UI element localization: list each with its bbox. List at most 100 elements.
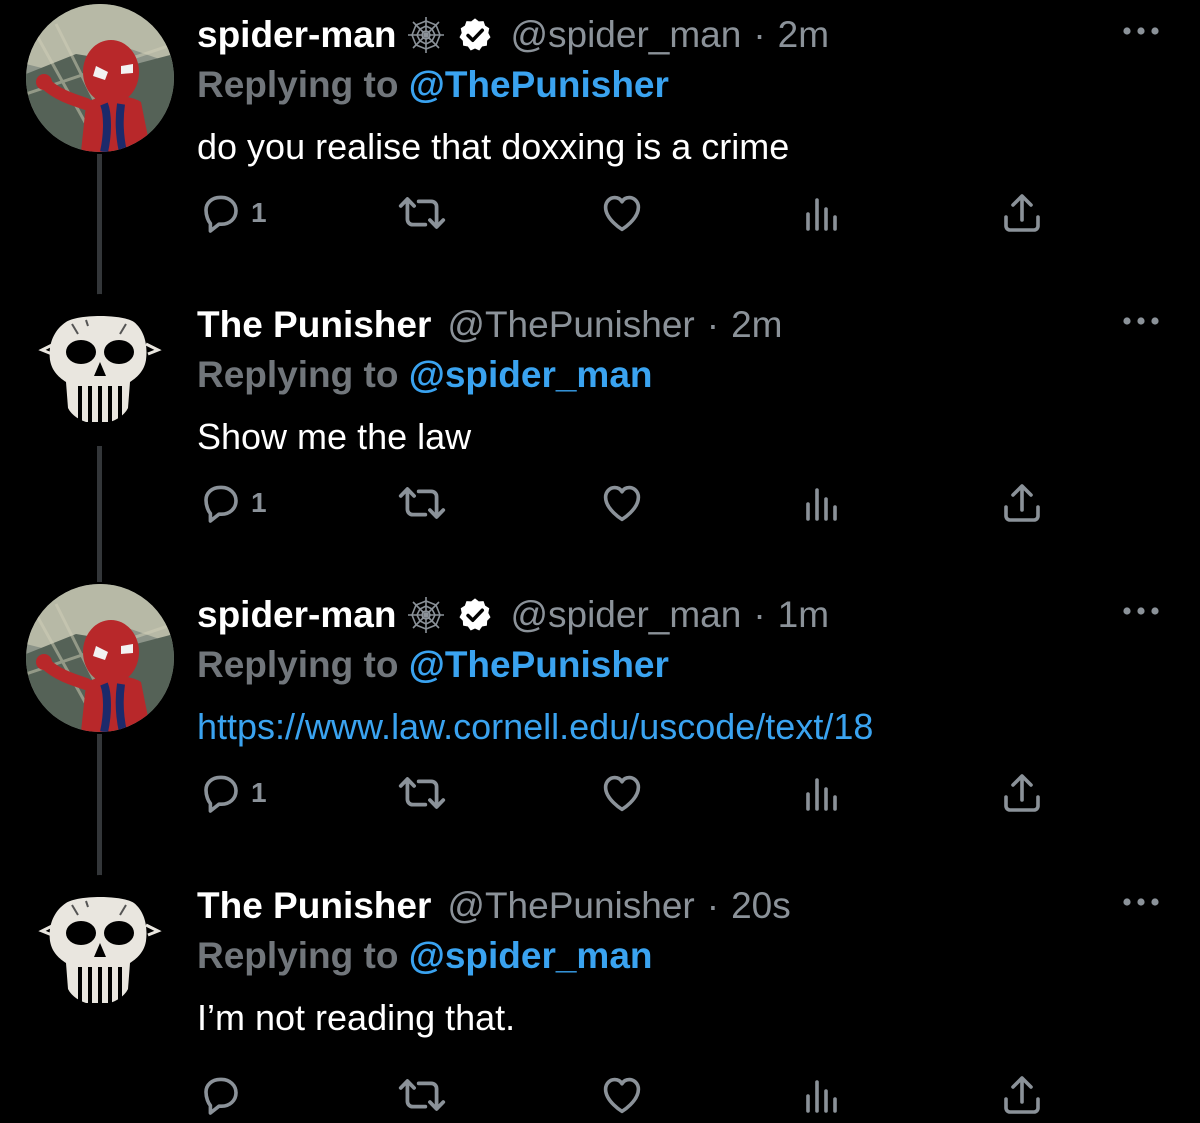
retweet-button[interactable] [397, 185, 447, 241]
retweet-icon [397, 478, 447, 528]
share-icon [998, 479, 1046, 527]
like-button[interactable] [598, 475, 646, 531]
user-handle[interactable]: @ThePunisher [447, 304, 694, 346]
timestamp[interactable]: 2m [778, 14, 829, 56]
views-button[interactable] [798, 475, 846, 531]
tweet[interactable]: The Punisher @ThePunisher · 20s Replying… [0, 871, 1200, 1123]
mention-link[interactable]: @ThePunisher [409, 64, 669, 105]
display-name[interactable]: spider-man [197, 14, 396, 56]
punisher-skull-avatar-image [26, 294, 174, 442]
reply-button[interactable]: 1 [197, 765, 267, 821]
share-icon [998, 1071, 1046, 1119]
reply-icon [197, 479, 245, 527]
replying-to: Replying to @ThePunisher [197, 644, 669, 686]
replying-to: Replying to @ThePunisher [197, 64, 669, 106]
separator-dot: · [753, 14, 766, 55]
views-icon [798, 189, 846, 237]
like-button[interactable] [598, 185, 646, 241]
retweet-button[interactable] [397, 1067, 447, 1123]
tweet-link[interactable]: https://www.law.cornell.edu/uscode/text/… [197, 706, 873, 748]
reply-button[interactable]: 1 [197, 185, 267, 241]
replying-to-label: Replying to [197, 644, 399, 685]
retweet-button[interactable] [397, 475, 447, 531]
tweet[interactable]: spider-man @spider_man · 2m Replying to … [0, 0, 1200, 290]
views-icon [798, 479, 846, 527]
timestamp[interactable]: 2m [731, 304, 782, 346]
like-icon [598, 189, 646, 237]
avatar[interactable] [26, 294, 174, 442]
tweet[interactable]: spider-man @spider_man · 1m Replying to … [0, 580, 1200, 870]
user-handle[interactable]: @spider_man [510, 594, 741, 636]
tweet-actions [0, 1067, 1200, 1123]
spider-web-icon [406, 595, 446, 635]
verified-badge-icon [456, 16, 494, 54]
more-options-icon[interactable] [1120, 891, 1162, 913]
separator-dot: · [706, 304, 720, 345]
tweet-header: spider-man @spider_man · 1m [197, 590, 829, 640]
replying-to: Replying to @spider_man [197, 935, 653, 977]
like-icon [598, 769, 646, 817]
more-options-icon[interactable] [1120, 310, 1162, 332]
verified-badge-icon [456, 596, 494, 634]
reply-count: 1 [251, 777, 267, 808]
views-button[interactable] [798, 765, 846, 821]
more-options-icon[interactable] [1120, 20, 1162, 42]
retweet-icon [397, 1070, 447, 1120]
timestamp[interactable]: 20s [731, 885, 791, 927]
replying-to-label: Replying to [197, 354, 399, 395]
mention-link[interactable]: @spider_man [409, 354, 653, 395]
replying-to-label: Replying to [197, 64, 399, 105]
share-button[interactable] [998, 1067, 1046, 1123]
user-handle[interactable]: @ThePunisher [447, 885, 694, 927]
like-button[interactable] [598, 765, 646, 821]
replying-to-label: Replying to [197, 935, 399, 976]
display-name[interactable]: spider-man [197, 594, 396, 636]
share-button[interactable] [998, 475, 1046, 531]
separator-dot: · [753, 594, 766, 635]
tweet-text: do you realise that doxxing is a crime [197, 126, 790, 167]
avatar[interactable] [26, 4, 174, 152]
spider-man-avatar-image [26, 4, 174, 152]
more-options-icon[interactable] [1120, 600, 1162, 622]
user-handle[interactable]: @spider_man [510, 14, 741, 56]
share-button[interactable] [998, 765, 1046, 821]
display-name[interactable]: The Punisher [197, 885, 431, 927]
mention-link[interactable]: @ThePunisher [409, 644, 669, 685]
avatar[interactable] [26, 584, 174, 732]
tweet-text: Show me the law [197, 416, 472, 457]
like-icon [598, 1071, 646, 1119]
reply-icon [197, 189, 245, 237]
replying-to: Replying to @spider_man [197, 354, 653, 396]
avatar[interactable] [26, 875, 174, 1023]
spider-web-icon [406, 15, 446, 55]
tweet-header: The Punisher @ThePunisher · 20s [197, 881, 791, 931]
retweet-icon [397, 768, 447, 818]
tweet-header: The Punisher @ThePunisher · 2m [197, 300, 782, 350]
reply-button[interactable] [197, 1067, 251, 1123]
views-icon [798, 769, 846, 817]
timestamp[interactable]: 1m [778, 594, 829, 636]
reply-icon [197, 769, 245, 817]
tweet-actions: 1 [0, 765, 1200, 821]
views-button[interactable] [798, 1067, 846, 1123]
share-icon [998, 189, 1046, 237]
reply-count: 1 [251, 197, 267, 228]
share-button[interactable] [998, 185, 1046, 241]
mention-link[interactable]: @spider_man [409, 935, 653, 976]
reply-icon [197, 1071, 245, 1119]
retweet-button[interactable] [397, 765, 447, 821]
views-icon [798, 1071, 846, 1119]
display-name[interactable]: The Punisher [197, 304, 431, 346]
tweet-text: I’m not reading that. [197, 997, 516, 1038]
like-button[interactable] [598, 1067, 646, 1123]
tweet[interactable]: The Punisher @ThePunisher · 2m Replying … [0, 290, 1200, 580]
share-icon [998, 769, 1046, 817]
tweet-actions: 1 [0, 475, 1200, 531]
tweet-actions: 1 [0, 185, 1200, 241]
tweet-header: spider-man @spider_man · 2m [197, 10, 829, 60]
views-button[interactable] [798, 185, 846, 241]
reply-button[interactable]: 1 [197, 475, 267, 531]
like-icon [598, 479, 646, 527]
retweet-icon [397, 188, 447, 238]
separator-dot: · [706, 885, 720, 926]
